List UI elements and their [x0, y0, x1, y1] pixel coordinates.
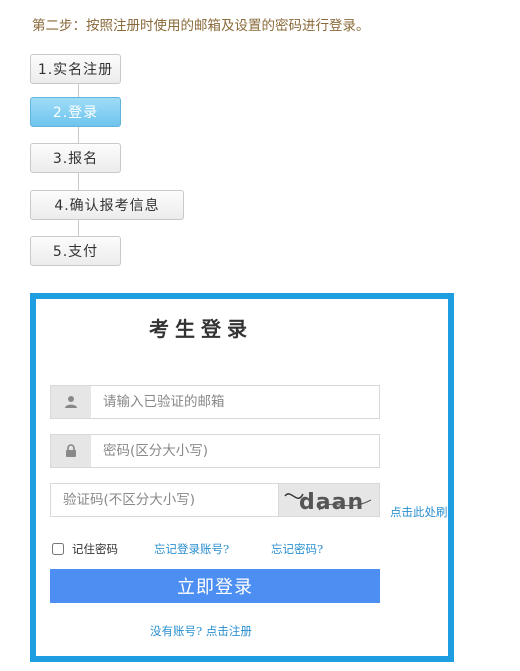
remember-checkbox[interactable]	[52, 543, 64, 555]
captcha-input-group: daan	[50, 483, 380, 517]
remember-label: 记住密码	[72, 542, 118, 556]
captcha-refresh-link[interactable]: 点击此处刷	[390, 504, 448, 520]
captcha-input[interactable]	[51, 484, 278, 516]
login-title: 考生登录	[149, 317, 253, 341]
step-2-login[interactable]: 2.登录	[30, 97, 121, 127]
login-submit-button[interactable]: 立即登录	[50, 569, 380, 603]
user-icon	[51, 386, 91, 418]
lock-icon	[51, 435, 91, 467]
captcha-text: daan	[299, 490, 364, 515]
forgot-password-link[interactable]: 忘记密码?	[271, 541, 323, 557]
forgot-account-link[interactable]: 忘记登录账号?	[154, 541, 229, 557]
password-input-group	[50, 434, 380, 468]
step-4-confirm-info[interactable]: 4.确认报考信息	[30, 190, 184, 220]
step-instruction: 第二步：按照注册时使用的邮箱及设置的密码进行登录。	[32, 18, 370, 34]
remember-password[interactable]: 记住密码	[52, 541, 118, 557]
email-input-group	[50, 385, 380, 419]
step-3-apply[interactable]: 3.报名	[30, 143, 121, 173]
register-link[interactable]: 没有账号? 点击注册	[150, 623, 252, 639]
password-input[interactable]	[91, 435, 379, 467]
step-5-payment[interactable]: 5.支付	[30, 236, 121, 266]
captcha-image[interactable]: daan	[278, 484, 379, 516]
login-panel: 考生登录 daan 点击此处刷	[30, 293, 454, 662]
step-1-real-name-registration[interactable]: 1.实名注册	[30, 54, 121, 84]
email-input[interactable]	[91, 386, 379, 418]
